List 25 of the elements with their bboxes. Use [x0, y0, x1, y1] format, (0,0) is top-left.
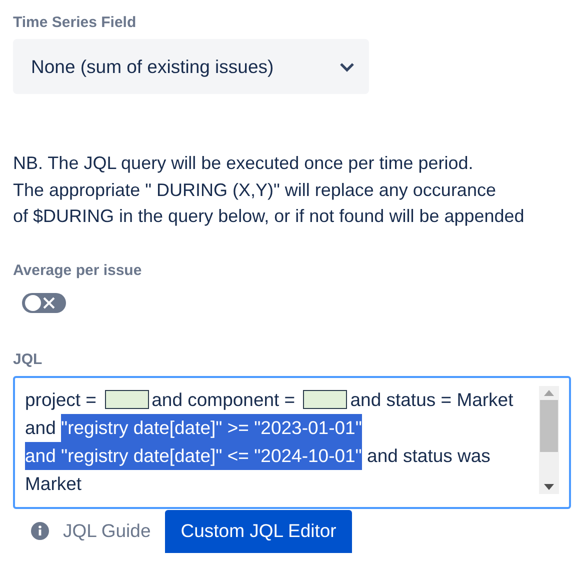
field-label: Time Series Field	[13, 14, 138, 31]
query-text: and status = Market	[350, 388, 514, 412]
query-text: project =	[25, 388, 98, 412]
time-series-select[interactable]: None (sum of existing issues)	[13, 39, 369, 94]
field-label: JQL	[13, 350, 44, 368]
note-text: The appropriate " DURING (X,Y)" will replace any occurance	[13, 178, 497, 201]
toggle-switch[interactable]	[22, 292, 66, 312]
selected-text: "registry date[date]" >= "2023-01-01"	[61, 414, 362, 442]
chevron-down-icon	[339, 62, 355, 72]
scroll-down-icon[interactable]	[544, 484, 554, 490]
query-text: and	[25, 416, 57, 440]
info-icon	[31, 522, 49, 540]
jql-guide-link[interactable]: JQL Guide	[31, 520, 151, 542]
note-text: NB. The JQL query will be executed once per time period.	[13, 152, 474, 174]
select-value: None (sum of existing issues)	[31, 56, 274, 78]
query-text: and status was	[366, 444, 490, 468]
jql-input[interactable]: project = and component = and status = Market and "registry date[date]" >= "2023-01-01" and "registry date[date]" <= "2024-10-01" and status was Market	[13, 376, 571, 508]
field-label: Average per issue	[13, 262, 143, 278]
query-text: Market	[25, 472, 82, 496]
query-text: and component =	[152, 388, 296, 412]
scrollbar[interactable]	[539, 386, 559, 494]
custom-jql-editor-button[interactable]: Custom JQL Editor	[164, 510, 352, 552]
selected-text: and "registry date[date]" <= "2024-10-01"	[25, 442, 362, 470]
close-icon	[41, 294, 57, 310]
note-text: of $DURING in the query below, or if not found will be appended	[13, 205, 526, 228]
